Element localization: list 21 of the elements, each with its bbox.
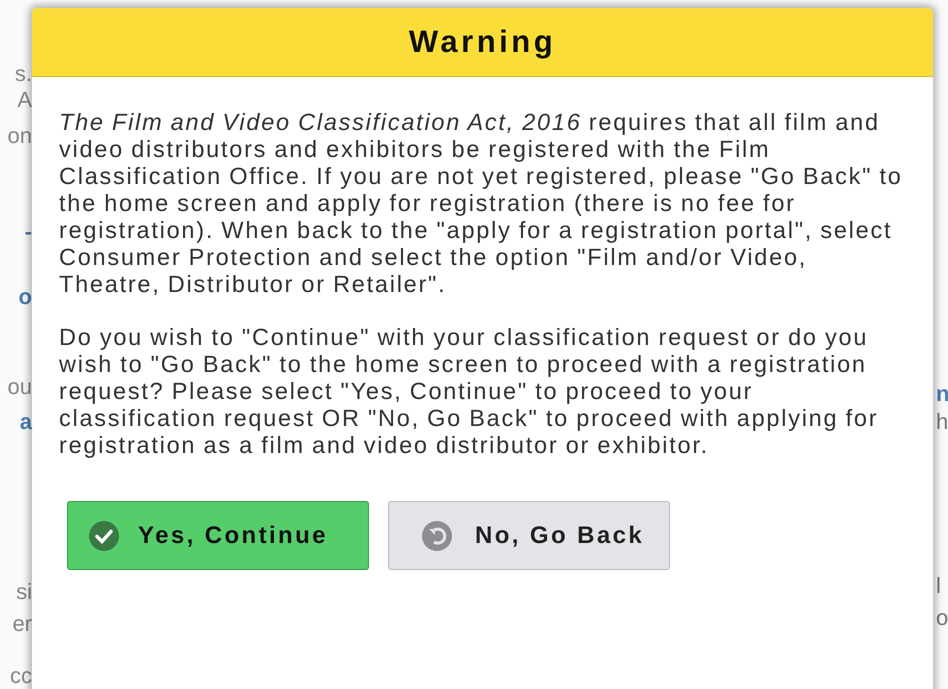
undo-circle-icon xyxy=(421,520,453,552)
background-text: A xyxy=(17,88,32,112)
background-text: - xyxy=(24,220,32,244)
background-text: o xyxy=(936,606,948,630)
background-text: s. xyxy=(14,62,32,86)
check-circle-icon xyxy=(88,520,120,552)
background-text: cc xyxy=(10,664,32,688)
background-text: ou xyxy=(8,375,32,399)
background-text: si xyxy=(16,580,32,604)
background-text: n xyxy=(936,382,948,406)
dialog-paragraph: The Film and Video Classification Act, 2016 requires that all film and video distributors and exhibitors be registered with the Film Classification Office. If you are not yet registered, please "Go Back" to the home screen and apply for registration (there is no fee for registration). When back to the "apply for a registration portal", select Consumer Protection and select the option "Film and/or Video, Theatre, Distributor or Retailer". xyxy=(59,109,904,298)
dialog-paragraph: Do you wish to "Continue" with your classification request or do you wish to "Go Back" to the home screen to proceed with a registration request? Please select "Yes, Continue" to proceed to your classification request OR "No, Go Back" to proceed with applying for registration as a film and video distributor or exhibitor. xyxy=(59,324,880,459)
background-text: er xyxy=(12,612,32,636)
background-text: on xyxy=(8,124,32,148)
background-text: h xyxy=(936,410,948,434)
background-text: l xyxy=(936,574,941,598)
go-back-button[interactable]: No, Go Back xyxy=(388,501,670,570)
background-text: o xyxy=(18,285,32,309)
dialog-title: Warning xyxy=(32,8,933,77)
continue-button[interactable]: Yes, Continue xyxy=(67,501,369,570)
background-text: a xyxy=(20,410,32,434)
